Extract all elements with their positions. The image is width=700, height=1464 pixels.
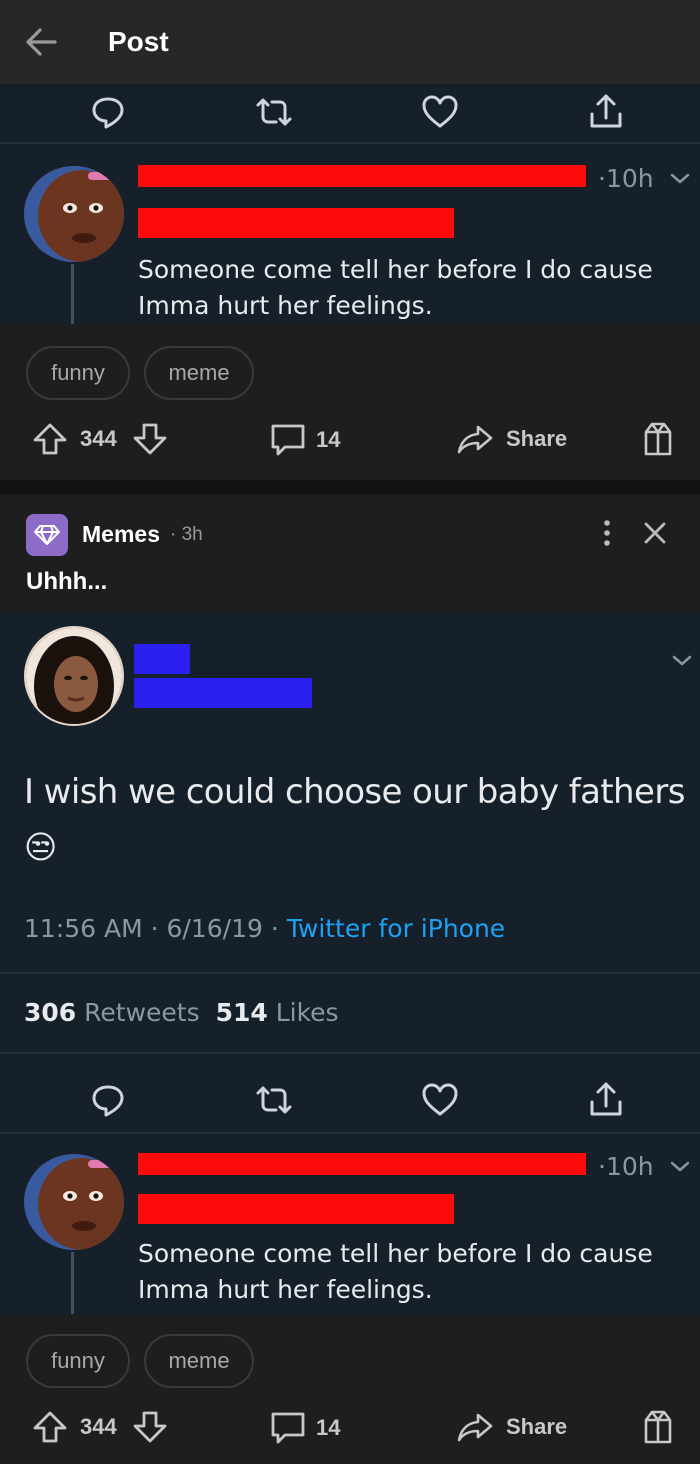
avatar [24,626,124,726]
tag-meme[interactable]: meme [144,1334,254,1388]
tag-funny[interactable]: funny [26,1334,130,1388]
thread-line [71,1252,74,1314]
post-header: Memes · 3h Uhhh... [0,494,700,612]
share-upload-icon [586,92,626,132]
thread-line [71,264,74,324]
post-title: Uhhh... [26,568,108,595]
vote-score: 344 [80,1414,117,1439]
tweet-text-line: Someone come tell her before I do cause [138,255,653,284]
tweet-action-row [0,1072,700,1132]
app-header: Post [0,0,700,84]
post-time: · 3h [170,524,203,545]
vote-score: 344 [80,426,117,451]
award-button[interactable] [640,1408,676,1446]
comment-bubble-icon [271,424,305,456]
comment-bubble-icon [271,1412,305,1444]
share-button[interactable]: Share [456,1412,567,1442]
community-avatar-icon[interactable] [26,514,68,556]
reply-icon [88,92,128,132]
retweet-icon [254,92,294,132]
redacted-username [138,165,586,187]
divider [0,972,700,974]
tweet-image-main[interactable]: I wish we could choose our baby fathers … [0,612,700,1314]
tweet-timestamp: 11:56 AM [24,914,143,943]
redacted-handle [138,1194,454,1224]
post-separator [0,480,700,494]
upvote-button[interactable] [32,422,68,456]
upvote-button[interactable] [32,1410,68,1444]
divider [0,1132,700,1134]
tweet-image-top: ·10h Someone come tell her before I do c… [0,84,700,324]
redacted-handle [134,678,312,708]
divider [0,142,700,144]
tweet-text: I wish we could choose our baby fathers [24,772,685,812]
divider [0,1052,700,1054]
retweets-count: 306 [24,998,77,1027]
tweet-text: Someone come tell her before I do cause … [138,252,653,324]
likes-label: Likes [275,998,339,1027]
like-heart-icon [420,1080,460,1120]
redacted-display-name [134,644,190,674]
share-upload-icon [586,1080,626,1120]
upvote-arrow-icon [33,1411,67,1443]
more-options-icon[interactable] [596,518,618,548]
chevron-down-icon [670,652,694,670]
avatar [24,1154,124,1250]
share-label: Share [506,426,568,451]
comments-button[interactable]: 14 [270,422,340,458]
tweet-text-line: Imma hurt her feelings. [138,1275,433,1304]
award-gift-icon [644,422,672,456]
share-label: Share [506,1414,568,1439]
like-heart-icon [420,92,460,132]
comments-button[interactable]: 14 [270,1410,340,1446]
tweet-source-link: Twitter for iPhone [286,914,506,943]
tweet-meta: 11:56 AM · 6/16/19 · Twitter for iPhone [24,914,506,943]
tweet-emoji: 😒 [24,828,58,866]
downvote-arrow-icon [133,1411,167,1443]
reply-icon [88,1080,128,1120]
tweet-stats: 306 Retweets 514 Likes [24,998,339,1027]
post-action-bar: 344 14 Share [0,1398,700,1458]
share-arrow-icon [457,1413,493,1442]
tweet-text: Someone come tell her before I do cause … [138,1236,653,1308]
page-title: Post [108,26,169,57]
downvote-button[interactable] [132,1410,168,1444]
post-action-bar: 344 14 Share [0,410,700,470]
tweet-time: ·10h [598,164,654,193]
award-gift-icon [644,1410,672,1444]
retweet-icon [254,1080,294,1120]
redacted-username [138,1153,586,1175]
share-arrow-icon [457,425,493,454]
share-button[interactable]: Share [456,424,567,454]
tag-funny[interactable]: funny [26,346,130,400]
comment-count: 14 [316,427,341,452]
close-icon[interactable] [642,520,668,546]
back-arrow-icon[interactable] [24,26,58,58]
chevron-down-icon [668,170,692,188]
award-button[interactable] [640,420,676,458]
tweet-date: 6/16/19 [166,914,263,943]
community-name[interactable]: Memes [82,521,160,548]
downvote-button[interactable] [132,422,168,456]
comment-count: 14 [316,1415,341,1440]
chevron-down-icon [668,1158,692,1176]
tweet-time: ·10h [598,1152,654,1181]
retweets-label: Retweets [84,998,200,1027]
tag-meme[interactable]: meme [144,346,254,400]
tweet-action-row [0,84,700,144]
upvote-arrow-icon [33,423,67,455]
tweet-text-line: Someone come tell her before I do cause [138,1239,653,1268]
avatar [24,166,124,262]
tweet-text-line: Imma hurt her feelings. [138,291,433,320]
downvote-arrow-icon [133,423,167,455]
redacted-handle [138,208,454,238]
likes-count: 514 [215,998,268,1027]
